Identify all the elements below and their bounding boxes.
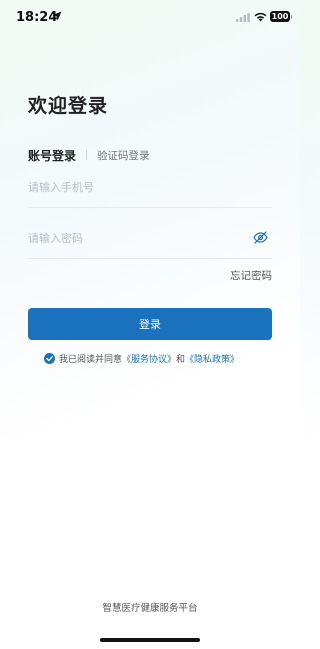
login-tabs: 账号登录 验证码登录 xyxy=(28,146,150,164)
status-bar: 18:24 100 xyxy=(0,0,300,36)
login-button[interactable]: 登录 xyxy=(28,308,272,340)
forgot-password-link[interactable]: 忘记密码 xyxy=(230,268,272,283)
cellular-signal-icon xyxy=(236,13,250,22)
wifi-icon xyxy=(254,12,267,22)
checkbox-checked-icon[interactable] xyxy=(44,353,55,364)
phone-input[interactable] xyxy=(28,177,238,197)
service-agreement-link[interactable]: 《服务协议》 xyxy=(122,352,176,365)
password-field xyxy=(28,217,272,259)
agreement-prefix: 我已阅读并同意 xyxy=(59,355,123,365)
tab-divider xyxy=(86,150,88,160)
tab-account-login[interactable]: 账号登录 xyxy=(28,147,76,164)
battery-icon: 100 xyxy=(270,11,292,22)
password-input[interactable] xyxy=(28,228,238,248)
tab-code-login[interactable]: 验证码登录 xyxy=(97,148,150,163)
phone-field xyxy=(28,166,272,208)
agreement-row: 我已阅读并同意 《服务协议》 和 《隐私政策》 xyxy=(44,352,239,365)
eye-off-icon[interactable] xyxy=(253,231,268,244)
location-arrow-icon xyxy=(52,11,62,21)
privacy-policy-link[interactable]: 《隐私政策》 xyxy=(185,352,239,365)
agreement-conjunction: 和 xyxy=(176,355,186,365)
platform-footer: 智慧医疗健康服务平台 xyxy=(102,603,198,614)
page-title: 欢迎登录 xyxy=(28,95,109,117)
home-indicator xyxy=(100,638,200,642)
